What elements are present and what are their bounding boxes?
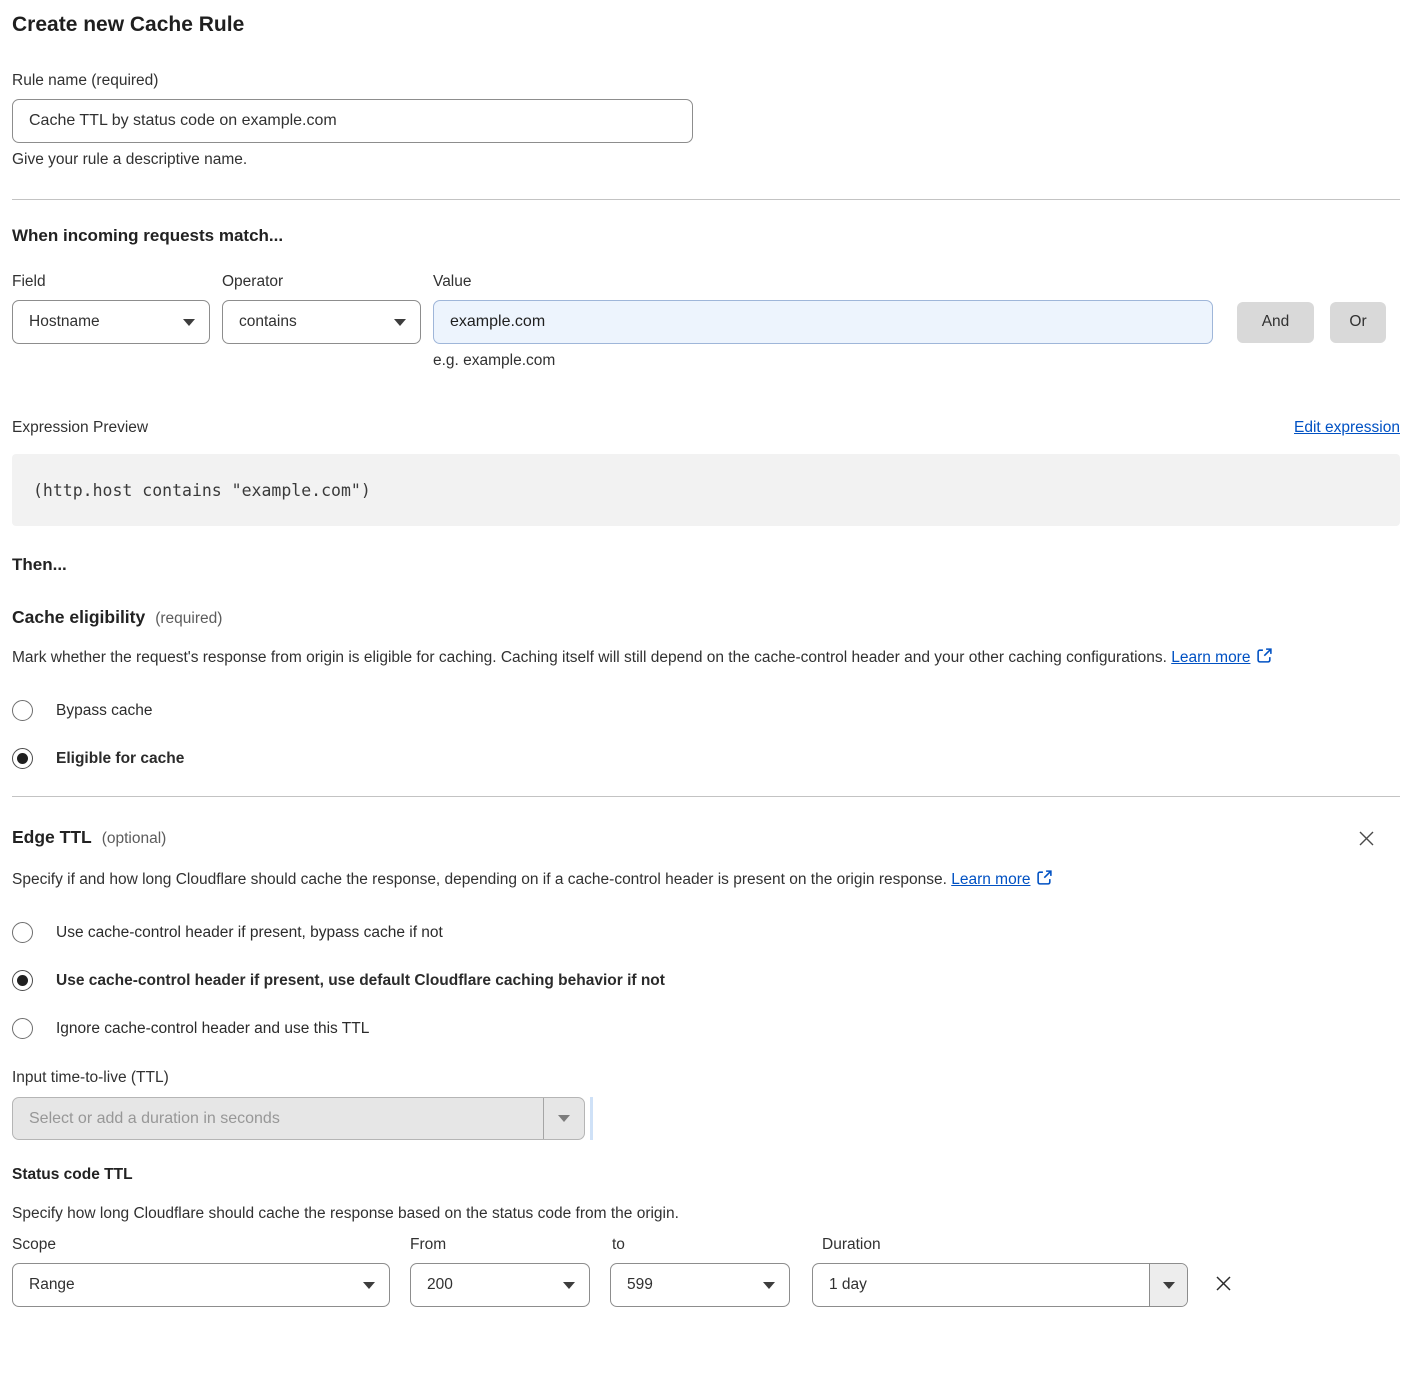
radio-option-label: Bypass cache [56, 702, 153, 720]
status-ttl-controls-row: Range 200 599 1 day [12, 1263, 1400, 1307]
external-link-icon [1036, 873, 1053, 890]
radio-option-ignore-header[interactable]: Ignore cache-control header and use this… [12, 1018, 1400, 1039]
from-select-value: 200 [427, 1276, 453, 1294]
remove-status-ttl-row-button[interactable] [1211, 1271, 1236, 1299]
radio-option-label: Use cache-control header if present, use… [56, 972, 665, 990]
radio-icon[interactable] [12, 700, 33, 721]
field-select[interactable]: Hostname [12, 300, 210, 344]
to-label: to [610, 1236, 810, 1254]
value-label: Value [433, 273, 1213, 291]
cache-eligibility-heading: Cache eligibility [12, 607, 145, 628]
duration-label: Duration [810, 1236, 881, 1254]
edit-expression-link[interactable]: Edit expression [1294, 419, 1400, 437]
edge-ttl-header-row: Edge TTL (optional) [12, 827, 1400, 853]
edge-ttl-qualifier: (optional) [102, 830, 167, 848]
duration-select-value: 1 day [813, 1276, 1149, 1294]
chevron-down-icon[interactable] [1149, 1264, 1187, 1306]
duration-select[interactable]: 1 day [812, 1263, 1188, 1307]
scope-select[interactable]: Range [12, 1263, 390, 1307]
rule-name-input[interactable] [12, 99, 693, 143]
radio-option-bypass-cache[interactable]: Bypass cache [12, 700, 1400, 721]
value-input[interactable] [433, 300, 1213, 344]
radio-option-label: Use cache-control header if present, byp… [56, 924, 443, 942]
operator-select-value: contains [239, 313, 297, 331]
radio-option-label: Ignore cache-control header and use this… [56, 1020, 369, 1038]
expression-preview-label: Expression Preview [12, 419, 148, 437]
ttl-duration-select[interactable]: Select or add a duration in seconds [12, 1097, 585, 1140]
operator-label: Operator [222, 273, 421, 291]
cache-eligibility-learn-more-link[interactable]: Learn more [1171, 649, 1250, 666]
radio-option-use-header-bypass[interactable]: Use cache-control header if present, byp… [12, 922, 1400, 943]
edge-ttl-learn-more-link[interactable]: Learn more [951, 871, 1030, 888]
expression-preview-row: Expression Preview Edit expression [12, 419, 1400, 437]
to-select-value: 599 [627, 1276, 653, 1294]
edge-ttl-close-button[interactable] [1355, 827, 1378, 853]
cache-eligibility-description-text: Mark whether the request's response from… [12, 649, 1167, 666]
ttl-adjacent-edge [590, 1097, 593, 1140]
and-button[interactable]: And [1237, 302, 1314, 343]
radio-icon[interactable] [12, 748, 33, 769]
to-select[interactable]: 599 [610, 1263, 790, 1307]
ttl-select-wrap: Select or add a duration in seconds [12, 1097, 1400, 1140]
caret-shape [1163, 1282, 1175, 1289]
radio-option-label: Eligible for cache [56, 750, 184, 768]
then-heading: Then... [12, 555, 1400, 575]
radio-option-eligible-for-cache[interactable]: Eligible for cache [12, 748, 1400, 769]
edge-ttl-heading: Edge TTL [12, 827, 92, 848]
from-label: From [410, 1236, 610, 1254]
caret-shape [558, 1115, 570, 1122]
close-icon [1213, 1282, 1234, 1297]
edge-ttl-description: Specify if and how long Cloudflare shoul… [12, 866, 1122, 896]
radio-icon[interactable] [12, 970, 33, 991]
edge-ttl-description-text: Specify if and how long Cloudflare shoul… [12, 871, 947, 888]
external-link-icon [1256, 651, 1273, 668]
chevron-down-icon [394, 319, 406, 326]
match-section-heading: When incoming requests match... [12, 226, 1400, 246]
scope-select-value: Range [29, 1276, 75, 1294]
close-icon [1357, 836, 1376, 851]
status-code-ttl-description: Specify how long Cloudflare should cache… [12, 1205, 1400, 1223]
cache-eligibility-heading-row: Cache eligibility (required) [12, 607, 1400, 628]
create-cache-rule-form: Create new Cache Rule Rule name (require… [0, 0, 1412, 1307]
match-column-labels: Field Operator Value [12, 273, 1400, 291]
rule-name-label: Rule name (required) [12, 72, 1400, 90]
radio-option-use-header-default[interactable]: Use cache-control header if present, use… [12, 970, 1400, 991]
radio-icon[interactable] [12, 922, 33, 943]
chevron-down-icon[interactable] [543, 1098, 584, 1139]
cache-eligibility-description: Mark whether the request's response from… [12, 644, 1357, 674]
radio-dot [17, 975, 28, 986]
radio-icon[interactable] [12, 1018, 33, 1039]
from-select[interactable]: 200 [410, 1263, 590, 1307]
value-example-hint: e.g. example.com [433, 352, 1400, 370]
ttl-input-label: Input time-to-live (TTL) [12, 1069, 1400, 1087]
status-ttl-column-labels: Scope From to Duration [12, 1236, 1400, 1254]
rule-name-hint: Give your rule a descriptive name. [12, 151, 1400, 169]
section-divider [12, 796, 1400, 797]
edge-ttl-heading-row: Edge TTL (optional) [12, 827, 166, 848]
chevron-down-icon [363, 1282, 375, 1289]
field-label: Field [12, 273, 210, 291]
expression-code-box: (http.host contains "example.com") [12, 454, 1400, 526]
radio-dot [17, 753, 28, 764]
section-divider [12, 199, 1400, 200]
chevron-down-icon [563, 1282, 575, 1289]
page-title: Create new Cache Rule [12, 0, 1400, 37]
operator-select[interactable]: contains [222, 300, 421, 344]
chevron-down-icon [763, 1282, 775, 1289]
cache-eligibility-qualifier: (required) [155, 610, 222, 628]
chevron-down-icon [183, 319, 195, 326]
field-select-value: Hostname [29, 313, 100, 331]
scope-label: Scope [12, 1236, 410, 1254]
match-controls-row: Hostname contains And Or [12, 300, 1400, 344]
ttl-duration-placeholder: Select or add a duration in seconds [13, 1110, 280, 1128]
status-code-ttl-heading: Status code TTL [12, 1166, 1400, 1184]
or-button[interactable]: Or [1330, 302, 1386, 343]
expression-code: (http.host contains "example.com") [33, 481, 371, 500]
